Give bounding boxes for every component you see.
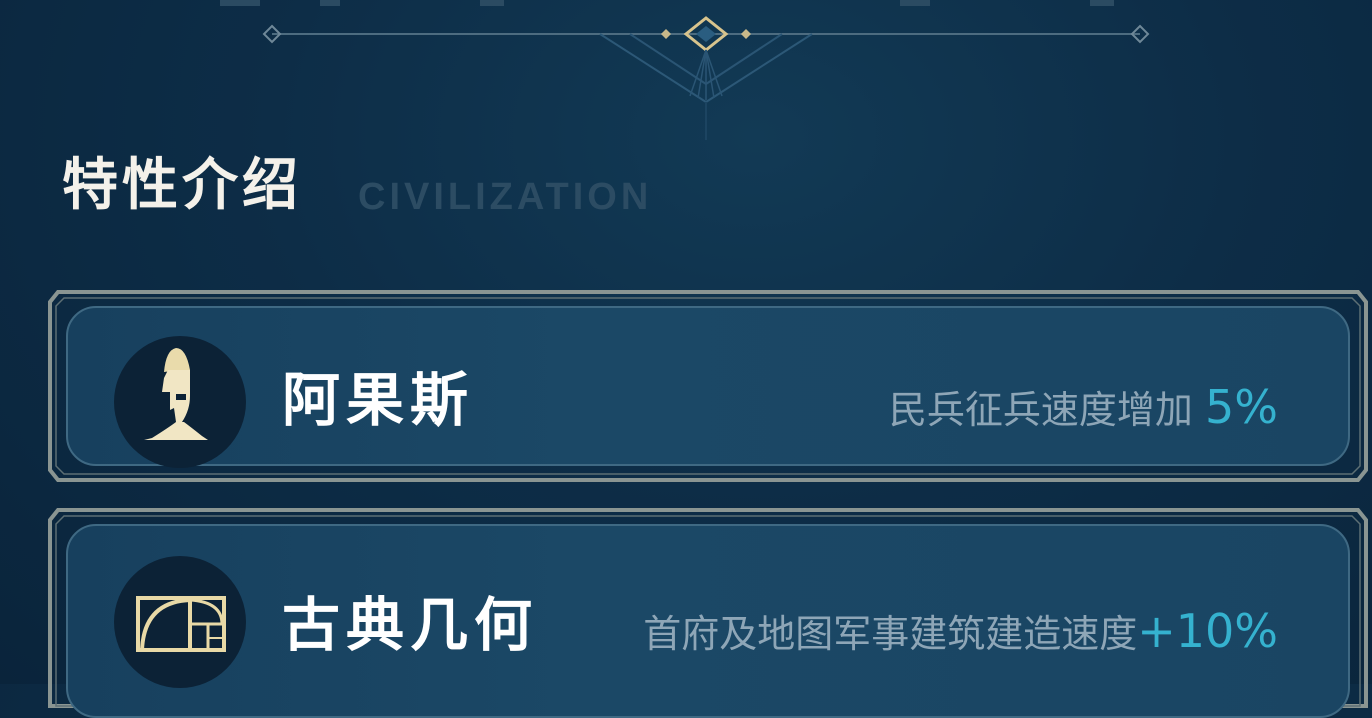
trait-value: +10% (1137, 604, 1278, 658)
card-body: 古典几何 首府及地图军事建筑建造速度+10% (66, 524, 1350, 718)
trait-value: 5% (1205, 380, 1278, 434)
trait-effect-text: 民兵征兵速度增加 (888, 388, 1206, 432)
section-subtitle: CIVILIZATION (358, 176, 653, 218)
trait-name: 阿果斯 (282, 366, 475, 434)
golden-ratio-icon (114, 556, 246, 688)
trait-card[interactable]: 古典几何 首府及地图军事建筑建造速度+10% (48, 508, 1368, 718)
trait-effect-text: 首府及地图军事建筑建造速度 (643, 612, 1138, 656)
spartan-helmet-icon (114, 336, 246, 468)
trait-description: 首府及地图军事建筑建造速度+10% (643, 608, 1278, 654)
trait-card[interactable]: 阿果斯 民兵征兵速度增加 5% (48, 290, 1368, 482)
header-ornament (220, 0, 1150, 140)
card-body: 阿果斯 民兵征兵速度增加 5% (66, 306, 1350, 468)
trait-description: 民兵征兵速度增加 5% (889, 384, 1278, 430)
trait-name: 古典几何 (282, 591, 539, 659)
section-title: 特性介绍 (62, 153, 302, 218)
